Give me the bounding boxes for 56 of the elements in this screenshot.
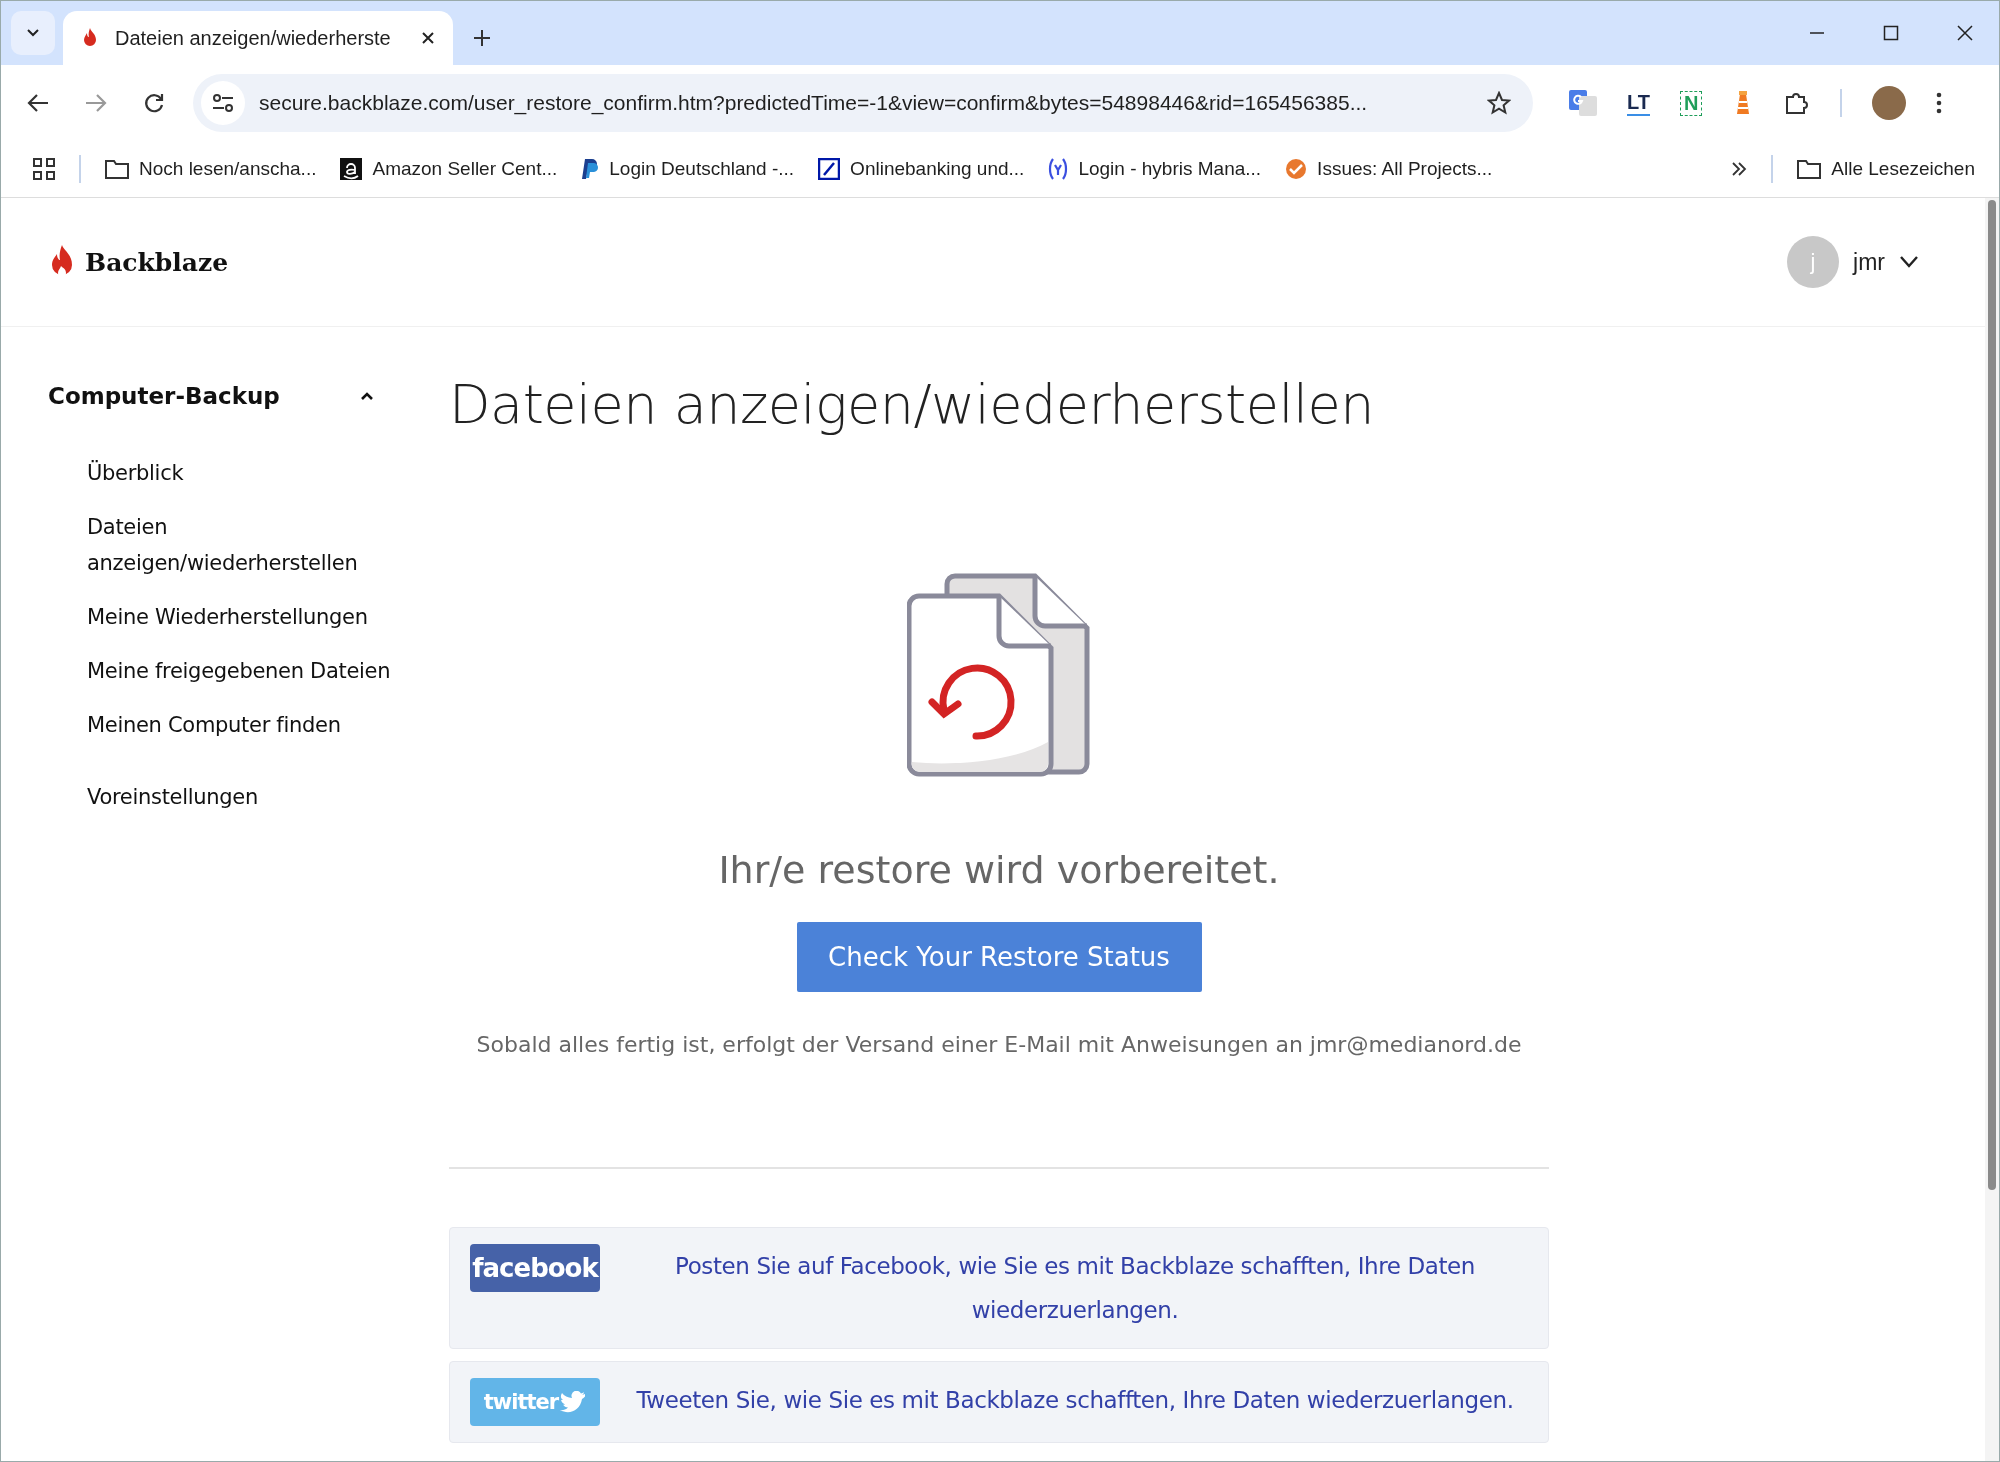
bookmark-link[interactable]: Noch lesen/anscha... <box>105 158 317 180</box>
double-chevron-icon[interactable] <box>1731 161 1748 177</box>
tab-title: Dateien anzeigen/wiederherste <box>115 26 392 50</box>
facebook-badge[interactable]: facebook <box>470 1244 600 1292</box>
bank-logo-icon <box>818 158 841 180</box>
sidebar-item[interactable]: Meine freigegebenen Dateien <box>87 653 407 689</box>
bird-icon <box>560 1391 587 1413</box>
close-icon[interactable] <box>421 31 435 45</box>
chevron-down-icon <box>1899 255 1919 269</box>
sidebar-item[interactable]: Überblick <box>87 455 407 491</box>
sidebar-item[interactable]: Meinen Computer finden <box>87 707 407 743</box>
restore-status-button[interactable]: Check Your Restore Status <box>796 922 1202 992</box>
extension-label[interactable]: LT <box>1627 90 1650 116</box>
brand-logo[interactable]: Backblaze <box>49 244 229 280</box>
browser-tab[interactable]: Dateien anzeigen/wiederherste <box>63 11 453 65</box>
profile-avatar[interactable] <box>1872 86 1907 120</box>
sidebar-group-header[interactable]: Computer-Backup <box>48 383 374 409</box>
bookmark-link[interactable]: Login - hybris Mana... <box>1048 157 1262 181</box>
bookmark-label: Noch lesen/anscha... <box>139 158 317 180</box>
sidebar-item[interactable]: Dateien anzeigen/wiederherstellen <box>87 509 407 581</box>
page-title: Dateien anzeigen/wiederherstellen <box>449 373 1374 436</box>
url-text: secure.backblaze.com/user_restore_confirm.htm?predictedTime=-1&view=confirm&bytes=54898446&rid=165456385... <box>259 91 1369 115</box>
email-note: Sobald alles fertig ist, erfolgt der Versand einer E-Mail mit Anweisungen an jmr@medianord.de <box>476 1032 1522 1057</box>
puzzle-icon[interactable] <box>1784 90 1811 116</box>
site-settings-icon[interactable] <box>212 94 234 112</box>
bookmark-label: Onlinebanking und... <box>850 158 1025 180</box>
reload-icon[interactable] <box>143 92 165 114</box>
star-icon[interactable] <box>1487 91 1511 115</box>
all-bookmarks-link[interactable]: Alle Lesezeichen <box>1797 158 1975 180</box>
bookmark-link[interactable]: Issues: All Projects... <box>1285 158 1493 180</box>
sidebar-item[interactable]: Meine Wiederherstellungen <box>87 599 407 635</box>
address-bar[interactable]: secure.backblaze.com/user_restore_confirm.htm?predictedTime=-1&view=confirm&bytes=54898446&rid=165456385... <box>193 74 1533 132</box>
paypal-logo-icon <box>581 158 600 180</box>
share-link[interactable]: Tweeten Sie, wie Sie es mit Backblaze schafften, Ihre Daten wiederzuerlangen. <box>614 1378 1536 1422</box>
status-message: Ihr/e restore wird vorbereitet. <box>718 848 1280 892</box>
flame-icon <box>81 27 99 49</box>
translate-icon[interactable] <box>1569 90 1597 116</box>
folder-icon <box>105 159 129 179</box>
back-icon[interactable] <box>27 93 49 113</box>
new-tab-icon[interactable] <box>473 29 491 47</box>
issues-logo-icon <box>1285 158 1308 180</box>
chevron-up-icon <box>360 391 374 401</box>
forward-icon[interactable] <box>85 93 107 113</box>
folder-icon <box>1797 159 1822 179</box>
hybris-logo-icon <box>1048 157 1069 181</box>
apps-grid-icon[interactable] <box>33 158 55 180</box>
bookmark-label: Login - hybris Mana... <box>1078 158 1262 180</box>
menu-icon[interactable] <box>1936 92 1943 114</box>
close-icon[interactable] <box>1957 25 1973 41</box>
bookmark-label: Issues: All Projects... <box>1317 158 1493 180</box>
sidebar-item[interactable]: Voreinstellungen <box>87 779 407 815</box>
share-link[interactable]: Posten Sie auf Facebook, wie Sie es mit Backblaze schafften, Ihre Daten wiederzuerlangen. <box>614 1244 1536 1332</box>
bookmark-label: Alle Lesezeichen <box>1831 158 1975 180</box>
amazon-logo-icon <box>340 158 363 180</box>
maximize-icon[interactable] <box>1883 25 1899 41</box>
bookmark-link[interactable]: Onlinebanking und... <box>818 158 1025 180</box>
